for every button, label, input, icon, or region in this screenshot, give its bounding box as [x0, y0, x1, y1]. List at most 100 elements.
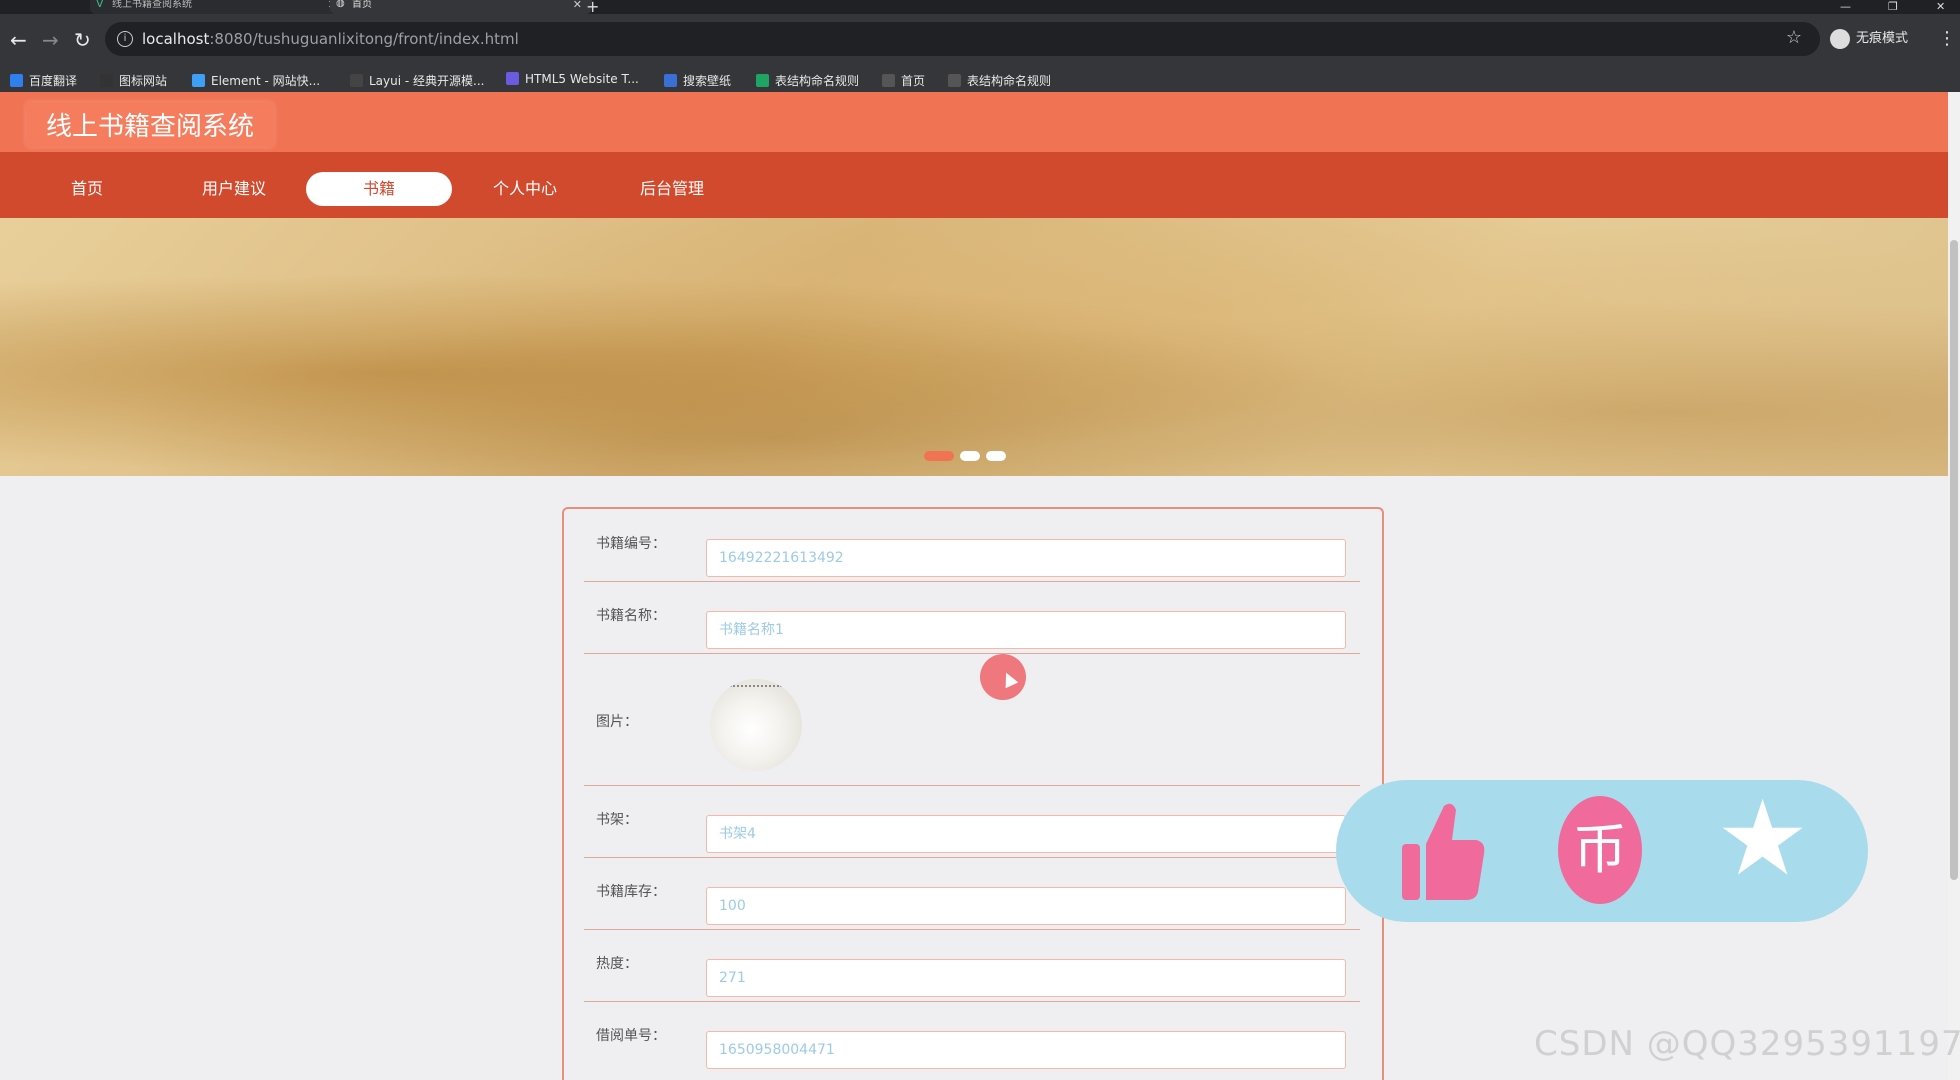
- bookmark-item[interactable]: 表结构命名规则: [756, 72, 859, 89]
- bookmark-label: HTML5 Website T...: [525, 72, 639, 86]
- carousel-dot[interactable]: [924, 451, 954, 461]
- tab-home[interactable]: ◍ 首页 ✕: [330, 0, 592, 14]
- coin-glyph: 币: [1573, 818, 1627, 881]
- incognito-icon: [1830, 28, 1850, 49]
- url-text[interactable]: localhost:8080/tushuguanlixitong/front/i…: [142, 30, 519, 48]
- image-label: 图片：: [596, 714, 638, 730]
- bookmark-label: 首页: [901, 74, 926, 88]
- sheet-icon: [756, 74, 769, 87]
- tab-title: 首页: [352, 0, 372, 10]
- minimize-icon[interactable]: —: [1840, 0, 1851, 13]
- web-page: 线上书籍查阅系统 首页 用户建议 书籍 个人中心 后台管理 书籍编号： 1649…: [0, 92, 1948, 1080]
- nav-profile[interactable]: 个人中心: [452, 172, 598, 206]
- carousel-dot[interactable]: [960, 451, 980, 461]
- cursor-arrow-icon: [999, 669, 1019, 689]
- html5-icon: [506, 72, 519, 85]
- stock-label: 书籍库存：: [596, 884, 666, 900]
- bookmark-icon: [10, 74, 23, 87]
- globe-icon: [948, 74, 961, 87]
- bookmark-label: Element - 网站快...: [211, 74, 321, 88]
- wallpaper-icon: [664, 74, 677, 87]
- nav-home[interactable]: 首页: [14, 172, 160, 206]
- bookmark-label: 表结构命名规则: [775, 74, 860, 88]
- layui-icon: [350, 74, 363, 87]
- bookmark-label: 图标网站: [119, 74, 168, 88]
- cover-detail: [730, 685, 782, 687]
- nav-books[interactable]: 书籍: [306, 172, 452, 206]
- forward-icon[interactable]: →: [42, 28, 59, 52]
- book-detail-form: 书籍编号： 16492221613492 书籍名称： 书籍名称1 图片： 书架：…: [562, 507, 1384, 1080]
- shelf-label: 书架：: [596, 812, 638, 828]
- bookmark-label: 百度翻译: [29, 74, 78, 88]
- info-icon[interactable]: i: [117, 31, 133, 47]
- site-title[interactable]: 线上书籍查阅系统: [26, 102, 275, 147]
- globe-icon: ◍: [336, 0, 345, 9]
- row-hot: 热度： 271: [584, 929, 1360, 1002]
- incognito-indicator[interactable]: 无痕模式: [1830, 27, 1908, 49]
- bookmark-label: Layui - 经典开源模...: [369, 74, 485, 88]
- thumbs-up-icon[interactable]: [1400, 800, 1486, 904]
- carousel-dot[interactable]: [986, 451, 1006, 461]
- book-cover-image[interactable]: [710, 679, 802, 771]
- back-icon[interactable]: ←: [10, 28, 27, 52]
- element-icon: [192, 74, 205, 87]
- bookmark-label: 表结构命名规则: [967, 74, 1052, 88]
- nav-suggestions[interactable]: 用户建议: [161, 172, 307, 206]
- hot-field[interactable]: 271: [706, 959, 1346, 997]
- bookmark-item[interactable]: 图标网站: [100, 72, 167, 89]
- row-book-no: 书籍编号： 16492221613492: [584, 509, 1360, 582]
- row-image: 图片：: [584, 653, 1360, 786]
- triple-action-overlay: 币 ★: [1336, 780, 1868, 922]
- bookmark-star-icon[interactable]: ☆: [1786, 27, 1802, 48]
- tab-title: 线上书籍查阅系统: [112, 0, 192, 10]
- close-window-icon[interactable]: ✕: [1936, 0, 1945, 13]
- coin-icon[interactable]: 币: [1558, 796, 1642, 904]
- book-no-label: 书籍编号：: [596, 536, 666, 552]
- close-icon[interactable]: ✕: [573, 0, 582, 10]
- watermark: CSDN @QQ3295391197: [1534, 1024, 1960, 1064]
- carousel-dots: [924, 446, 1012, 465]
- row-borrow-no: 借阅单号： 1650958004471: [584, 1001, 1360, 1073]
- reload-icon[interactable]: ↻: [74, 28, 91, 52]
- bookmark-item[interactable]: 百度翻译: [10, 72, 77, 89]
- book-no-field[interactable]: 16492221613492: [706, 539, 1346, 577]
- nav-admin[interactable]: 后台管理: [599, 172, 745, 206]
- menu-icon[interactable]: ⋮: [1938, 28, 1956, 49]
- borrow-no-label: 借阅单号：: [596, 1028, 666, 1044]
- url-path: :8080/tushuguanlixitong/front/index.html: [209, 30, 519, 48]
- incognito-label: 无痕模式: [1856, 31, 1909, 46]
- cursor-click-highlight: [980, 654, 1026, 700]
- book-name-field[interactable]: 书籍名称1: [706, 611, 1346, 649]
- flag-icon: [100, 74, 113, 87]
- vue-icon: V: [96, 0, 104, 10]
- book-name-label: 书籍名称：: [596, 608, 666, 624]
- main-nav: 首页 用户建议 书籍 个人中心 后台管理: [0, 152, 1948, 218]
- bookmark-item[interactable]: Element - 网站快...: [192, 72, 320, 89]
- address-bar-row: ← → ↻ i localhost:8080/tushuguanlixitong…: [0, 14, 1960, 66]
- scrollbar-thumb[interactable]: [1950, 240, 1958, 880]
- bookmark-item[interactable]: 搜索壁纸: [664, 72, 731, 89]
- globe-icon: [882, 74, 895, 87]
- row-stock: 书籍库存： 100: [584, 857, 1360, 930]
- site-header: 线上书籍查阅系统: [0, 92, 1948, 152]
- favorite-star-icon[interactable]: ★: [1716, 786, 1809, 890]
- banner-carousel: [0, 218, 1948, 476]
- bookmarks-bar: 百度翻译 图标网站 Element - 网站快... Layui - 经典开源模…: [0, 66, 1960, 92]
- bookmark-item[interactable]: 首页: [882, 72, 925, 89]
- row-shelf: 书架： 书架4: [584, 785, 1360, 858]
- bookmark-label: 搜索壁纸: [683, 74, 732, 88]
- bookmark-item[interactable]: HTML5 Website T...: [506, 72, 639, 86]
- stock-field[interactable]: 100: [706, 887, 1346, 925]
- bookmark-item[interactable]: Layui - 经典开源模...: [350, 72, 484, 89]
- restore-icon[interactable]: ❐: [1888, 0, 1898, 13]
- hot-label: 热度：: [596, 956, 638, 972]
- page-scrollbar[interactable]: [1948, 92, 1960, 1080]
- shelf-field[interactable]: 书架4: [706, 815, 1346, 853]
- row-book-name: 书籍名称： 书籍名称1: [584, 581, 1360, 654]
- borrow-no-field[interactable]: 1650958004471: [706, 1031, 1346, 1069]
- omnibox[interactable]: i localhost:8080/tushuguanlixitong/front…: [105, 22, 1820, 56]
- bookmark-item[interactable]: 表结构命名规则: [948, 72, 1051, 89]
- url-host: localhost: [142, 30, 210, 48]
- tab-system[interactable]: V 线上书籍查阅系统 ✕: [90, 0, 347, 14]
- browser-tab-strip: V 线上书籍查阅系统 ✕ ◍ 首页 ✕ + — ❐ ✕: [0, 0, 1960, 16]
